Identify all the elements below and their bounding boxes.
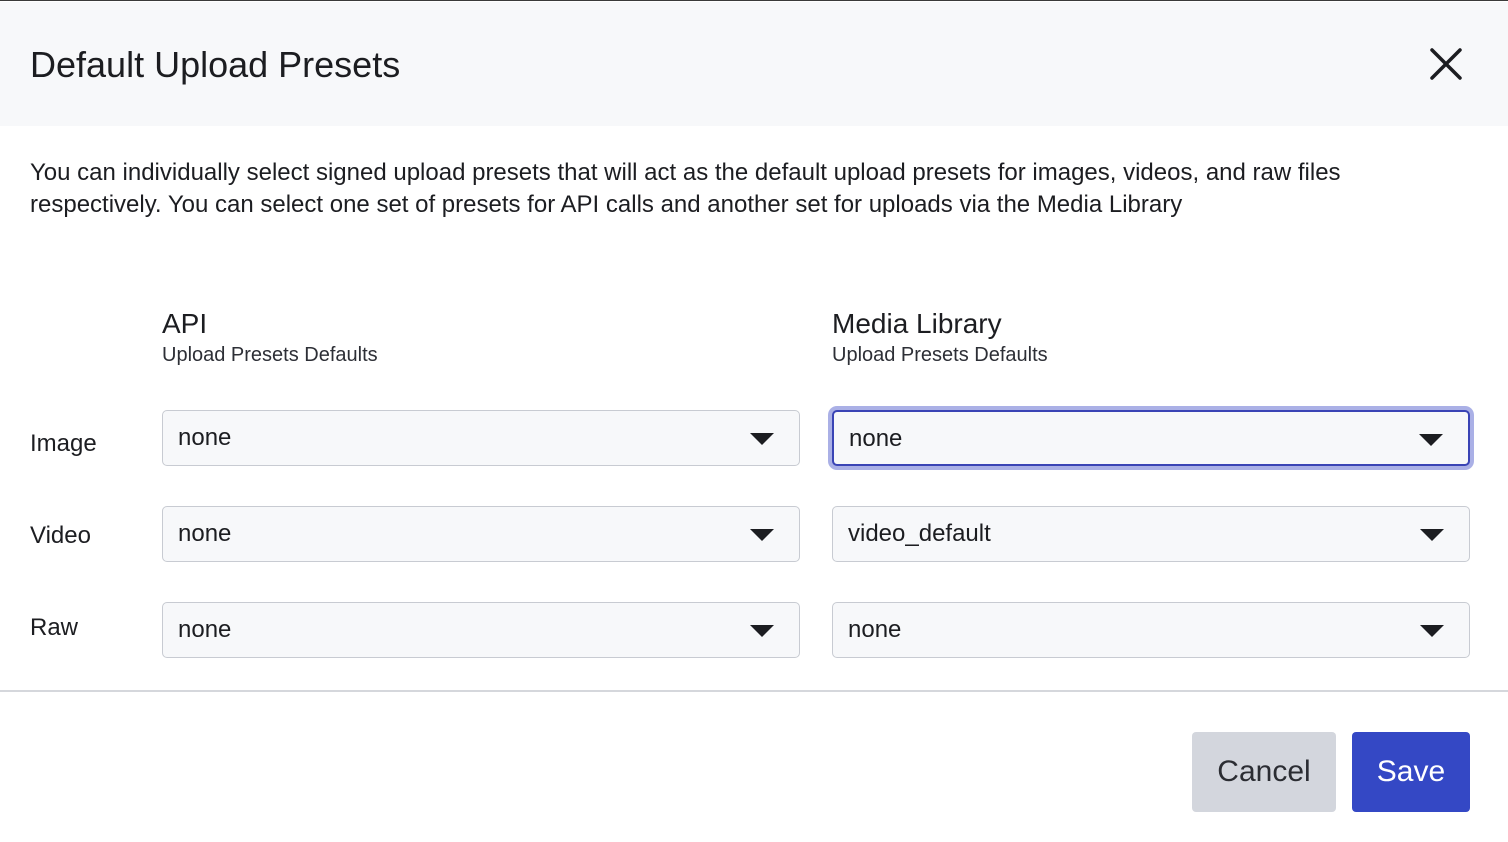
media-library-column-header: Media Library Upload Presets Defaults [832, 307, 1048, 368]
media-library-raw-preset-select[interactable]: none [832, 602, 1470, 658]
media-library-subheading: Upload Presets Defaults [832, 344, 1048, 366]
dialog-header: Default Upload Presets [0, 2, 1508, 126]
select-value: none [849, 425, 903, 452]
save-button[interactable]: Save [1352, 732, 1470, 812]
close-button[interactable] [1424, 42, 1468, 86]
row-label-video: Video [30, 522, 91, 549]
api-subheading: Upload Presets Defaults [162, 344, 378, 366]
caret-down-icon [1419, 434, 1443, 446]
select-value: none [178, 616, 232, 643]
caret-down-icon [750, 625, 774, 637]
select-value: none [848, 616, 902, 643]
media-library-image-preset-select[interactable]: none [832, 410, 1470, 466]
api-video-preset-select[interactable]: none [162, 506, 800, 562]
caret-down-icon [1420, 625, 1444, 637]
caret-down-icon [1420, 529, 1444, 541]
api-heading: API [162, 308, 208, 339]
dialog-title: Default Upload Presets [30, 44, 401, 85]
api-raw-preset-select[interactable]: none [162, 602, 800, 658]
row-label-raw: Raw [30, 614, 79, 641]
close-icon [1430, 48, 1462, 80]
caret-down-icon [750, 433, 774, 445]
media-library-video-preset-select[interactable]: video_default [832, 506, 1470, 562]
select-value: none [178, 520, 232, 547]
dialog-description: You can individually select signed uploa… [30, 159, 1341, 218]
footer-divider [0, 690, 1508, 692]
caret-down-icon [750, 529, 774, 541]
upload-presets-dialog: Default Upload Presets You can individua… [0, 0, 1508, 842]
api-image-preset-select[interactable]: none [162, 410, 800, 466]
select-value: none [178, 424, 232, 451]
api-column-header: API Upload Presets Defaults [162, 307, 378, 368]
media-library-heading: Media Library [832, 308, 1002, 339]
select-value: video_default [848, 520, 991, 547]
row-label-image: Image [30, 430, 97, 457]
cancel-button[interactable]: Cancel [1192, 732, 1336, 812]
